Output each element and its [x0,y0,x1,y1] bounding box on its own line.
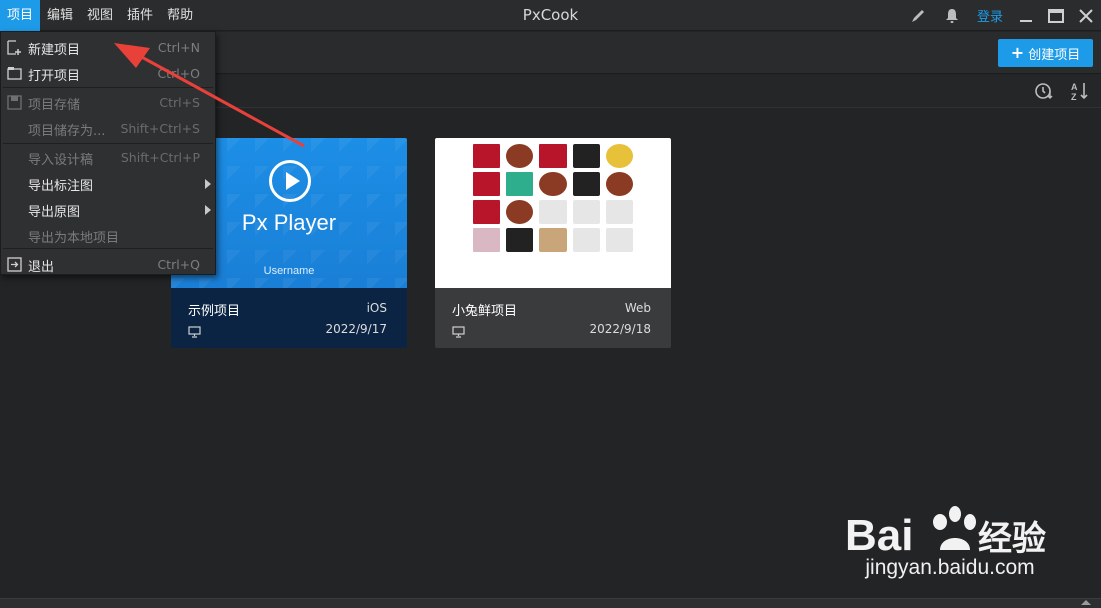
menu-item-shortcut: Ctrl+Q [157,257,200,272]
sort-by-time-icon[interactable] [1033,80,1055,102]
menu-item-exit[interactable]: 退出 Ctrl+Q [1,251,215,277]
menu-item-shortcut: Ctrl+S [159,95,200,110]
play-icon [269,160,311,202]
menu-item-label: 退出 [28,260,55,275]
thumbnail-tile [572,228,600,252]
submenu-arrow-icon [205,205,211,215]
menu-item-save-project[interactable]: 项目存储 Ctrl+S [1,89,215,115]
project-platform: Web [624,301,651,315]
menu-view[interactable]: 视图 [80,0,120,31]
thumbnail-tile [473,228,501,252]
menu-bar: 项目 编辑 视图 插件 帮助 [0,0,200,31]
thumbnail-tile [539,172,567,196]
menu-divider [3,248,213,249]
project-info: 示例项目 iOS 2022/9/17 [171,288,407,348]
watermark-url: jingyan.baidu.com [865,556,1035,579]
minimize-icon[interactable] [1011,0,1041,31]
thumbnail-product-grid [473,144,633,288]
svg-text:A: A [1071,82,1078,92]
baidu-watermark: Bai 经验 jingyan.baidu.com [845,492,1055,586]
create-project-label: 创建项目 [1028,47,1081,63]
thumbnail-tile [605,172,633,196]
menu-item-shortcut: Shift+Ctrl+S [120,121,200,136]
titlebar-actions: 登录 [901,0,1101,31]
thumbnail-tile [506,144,534,168]
menu-item-open-project[interactable]: 打开项目 Ctrl+O [1,60,215,86]
brush-icon[interactable] [906,4,930,28]
svg-text:经验: 经验 [978,519,1046,556]
desktop-icon [188,323,202,338]
svg-text:Z: Z [1071,92,1077,101]
thumbnail-tile [572,144,600,168]
chevron-up-icon[interactable] [1081,600,1091,605]
menu-item-label: 新建项目 [28,43,81,58]
menu-item-new-project[interactable]: 新建项目 Ctrl+N [1,34,215,60]
menu-help[interactable]: 帮助 [160,0,200,31]
project-date: 2022/9/18 [589,322,651,336]
create-project-button[interactable]: + 创建项目 [998,39,1093,67]
title-bar: 项目 编辑 视图 插件 帮助 PxCook 登录 [0,0,1101,31]
menu-plugins[interactable]: 插件 [120,0,160,31]
thumbnail-tile [539,144,567,168]
menu-item-export-local[interactable]: 导出为本地项目 [1,222,215,248]
thumbnail-tile [473,172,501,196]
menu-item-label: 导出原图 [28,205,81,220]
open-folder-icon [7,66,22,81]
menu-item-label: 导出为本地项目 [28,231,120,246]
menu-item-shortcut: Ctrl+N [157,40,200,55]
desktop-icon [452,323,466,338]
menu-edit[interactable]: 编辑 [40,0,80,31]
maximize-icon[interactable] [1041,0,1071,31]
menu-item-label: 项目储存为... [28,124,106,139]
project-platform: iOS [366,301,387,315]
project-name: 示例项目 [188,304,241,319]
login-link[interactable]: 登录 [977,6,1003,25]
thumbnail-tile [539,200,567,224]
plus-icon: + [1010,43,1025,62]
baidu-logo-icon: Bai 经验 [845,506,1046,560]
svg-text:Bai: Bai [845,511,913,556]
project-date: 2022/9/17 [325,322,387,336]
save-icon [7,95,22,110]
submenu-arrow-icon [205,179,211,189]
thumbnail-tile [506,200,534,224]
project-menu-dropdown: 新建项目 Ctrl+N 打开项目 Ctrl+O 项目存储 Ctrl+S 项目储存… [0,31,216,275]
thumbnail-tile [506,172,534,196]
thumbnail-tile [572,172,600,196]
new-project-icon [7,40,22,55]
thumbnail-tile [605,200,633,224]
thumbnail-tile [572,200,600,224]
thumbnail-tile [473,200,501,224]
menu-item-save-as[interactable]: 项目储存为... Shift+Ctrl+S [1,115,215,141]
menu-item-label: 导入设计稿 [28,153,94,168]
project-thumbnail [435,138,671,288]
close-icon[interactable] [1071,0,1101,31]
project-card[interactable]: 小兔鲜项目 Web 2022/9/18 [435,138,671,348]
menu-project[interactable]: 项目 [0,0,41,31]
menu-divider [3,87,213,88]
menu-item-export-original[interactable]: 导出原图 [1,196,215,222]
thumbnail-tile [539,228,567,252]
menu-item-label: 项目存储 [28,98,81,113]
project-name: 小兔鲜项目 [452,304,518,319]
bell-icon[interactable] [940,4,964,28]
menu-item-label: 打开项目 [28,69,81,84]
thumbnail-tile [605,144,633,168]
exit-icon [7,257,22,272]
thumbnail-tile [605,228,633,252]
menu-item-export-annotated[interactable]: 导出标注图 [1,170,215,196]
menu-item-label: 导出标注图 [28,179,94,194]
project-info: 小兔鲜项目 Web 2022/9/18 [435,288,671,348]
sort-alpha-icon[interactable]: A Z [1069,80,1091,102]
menu-item-shortcut: Shift+Ctrl+P [120,150,200,165]
thumbnail-tile [473,144,501,168]
thumbnail-tile [506,228,534,252]
menu-item-shortcut: Ctrl+O [157,66,200,81]
status-bar [0,598,1101,608]
menu-item-import-design[interactable]: 导入设计稿 Shift+Ctrl+P [1,144,215,170]
